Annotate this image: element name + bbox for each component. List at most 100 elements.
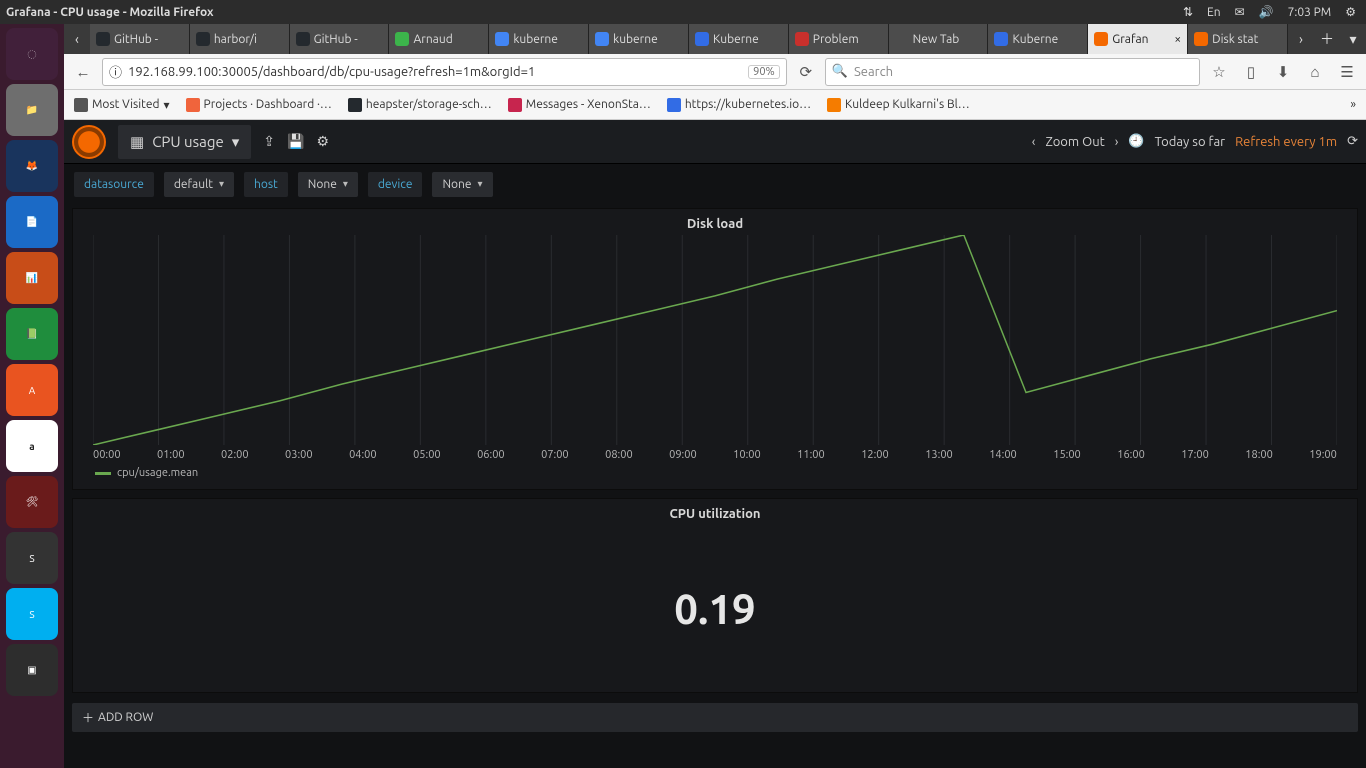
x-tick: 08:00: [605, 449, 633, 461]
system-indicators: ⇅ En ✉ 🔊 7:03 PM ⚙: [1183, 5, 1366, 19]
browser-tab[interactable]: Disk stat: [1188, 24, 1288, 54]
close-tab-icon[interactable]: ×: [1174, 33, 1181, 46]
ubuntu-launcher: ◌ 📁 🦊 📄 📊 📗 A a 🛠 S S ▣: [0, 24, 64, 768]
settings-gear-icon[interactable]: ⚙: [316, 133, 329, 150]
tab-scroll-left[interactable]: ‹: [64, 24, 90, 54]
browser-tab[interactable]: New Tab: [889, 24, 989, 54]
zoom-out-button[interactable]: Zoom Out: [1045, 135, 1104, 149]
x-tick: 00:00: [93, 449, 121, 461]
launcher-impress[interactable]: 📊: [6, 252, 58, 304]
launcher-sublime[interactable]: S: [6, 532, 58, 584]
new-tab-button[interactable]: ＋: [1314, 24, 1340, 54]
x-tick: 10:00: [733, 449, 761, 461]
chart-canvas[interactable]: [93, 235, 1337, 445]
launcher-dash[interactable]: ◌: [6, 28, 58, 80]
legend-label: cpu/usage.mean: [117, 467, 198, 479]
identity-icon[interactable]: ⓘ: [109, 62, 122, 81]
grafana-logo-icon[interactable]: [72, 125, 106, 159]
downloads-icon[interactable]: ⬇: [1270, 59, 1296, 85]
bookmark-item[interactable]: Kuldeep Kulkarni's Bl…: [827, 98, 970, 112]
dashboard-picker[interactable]: ▦ CPU usage ▾: [118, 125, 251, 159]
x-tick: 05:00: [413, 449, 441, 461]
network-icon[interactable]: ⇅: [1183, 5, 1193, 19]
launcher-firefox[interactable]: 🦊: [6, 140, 58, 192]
refresh-icon[interactable]: ⟳: [1347, 134, 1358, 149]
browser-tab[interactable]: kuberne: [589, 24, 689, 54]
refresh-interval[interactable]: Refresh every 1m: [1235, 135, 1337, 149]
zoom-badge[interactable]: 90%: [748, 65, 780, 79]
browser-tab[interactable]: Problem: [789, 24, 889, 54]
bookmark-icon: [667, 98, 681, 112]
share-icon[interactable]: ⇪: [263, 133, 275, 150]
chevron-down-icon: ▾: [232, 133, 240, 151]
bookmark-star-icon[interactable]: ☆: [1206, 59, 1232, 85]
launcher-calc[interactable]: 📗: [6, 308, 58, 360]
tabs-menu[interactable]: ▾: [1340, 24, 1366, 54]
tab-label: Problem: [813, 33, 859, 46]
panel-disk-load[interactable]: Disk load 00:0001:0002:0003:0004:0005:00…: [72, 208, 1358, 490]
lang-indicator[interactable]: En: [1207, 6, 1221, 19]
favicon: [196, 32, 210, 46]
time-next-icon[interactable]: ›: [1115, 135, 1119, 149]
launcher-writer[interactable]: 📄: [6, 196, 58, 248]
power-icon[interactable]: ⚙: [1345, 5, 1356, 19]
favicon: [595, 32, 609, 46]
bookmark-item[interactable]: Projects · Dashboard ·…: [186, 98, 332, 112]
legend-swatch: [95, 472, 111, 475]
tab-label: Arnaud: [413, 33, 452, 46]
x-tick: 01:00: [157, 449, 185, 461]
tab-label: New Tab: [913, 33, 960, 46]
panel-cpu-utilization[interactable]: CPU utilization 0.19: [72, 498, 1358, 693]
launcher-settings[interactable]: 🛠: [6, 476, 58, 528]
browser-tab[interactable]: Arnaud: [389, 24, 489, 54]
x-tick: 11:00: [797, 449, 825, 461]
bookmark-icon: [827, 98, 841, 112]
hamburger-menu-icon[interactable]: ☰: [1334, 59, 1360, 85]
launcher-amazon[interactable]: a: [6, 420, 58, 472]
bookmark-item[interactable]: Messages - XenonSta…: [508, 98, 651, 112]
panel-title: Disk load: [73, 209, 1357, 235]
search-bar[interactable]: 🔍 Search: [825, 58, 1200, 86]
plus-icon: ＋: [82, 709, 94, 726]
history-back[interactable]: ←: [70, 59, 96, 85]
save-icon[interactable]: 💾: [287, 133, 304, 150]
bookmark-item[interactable]: Most Visited ▾: [74, 98, 170, 112]
bookmarks-overflow[interactable]: »: [1350, 98, 1356, 111]
favicon: [296, 32, 310, 46]
template-var-select[interactable]: None: [298, 172, 358, 197]
launcher-files[interactable]: 📁: [6, 84, 58, 136]
browser-tab[interactable]: Kuberne: [988, 24, 1088, 54]
bookmark-item[interactable]: https://kubernetes.io…: [667, 98, 811, 112]
launcher-software[interactable]: A: [6, 364, 58, 416]
tab-label: Kuberne: [1012, 33, 1058, 46]
launcher-skype[interactable]: S: [6, 588, 58, 640]
template-var-select[interactable]: default: [164, 172, 234, 197]
template-var-select[interactable]: None: [432, 172, 492, 197]
browser-tab[interactable]: Kuberne: [689, 24, 789, 54]
volume-icon[interactable]: 🔊: [1259, 5, 1274, 19]
browser-tab[interactable]: Grafan ×: [1088, 24, 1188, 54]
tab-label: Grafan: [1112, 33, 1148, 46]
x-tick: 12:00: [861, 449, 889, 461]
favicon: [895, 32, 909, 46]
time-prev-icon[interactable]: ‹: [1032, 135, 1036, 149]
bookmark-icon: [348, 98, 362, 112]
time-range[interactable]: Today so far: [1155, 135, 1226, 149]
clock[interactable]: 7:03 PM: [1288, 6, 1332, 19]
home-icon[interactable]: ⌂: [1302, 59, 1328, 85]
favicon: [96, 32, 110, 46]
browser-tab[interactable]: harbor/i: [190, 24, 290, 54]
pocket-icon[interactable]: ▯: [1238, 59, 1264, 85]
browser-tab[interactable]: GitHub -: [290, 24, 390, 54]
browser-tab[interactable]: GitHub -: [90, 24, 190, 54]
reload-button[interactable]: ⟳: [793, 59, 819, 85]
bookmark-item[interactable]: heapster/storage-sch…: [348, 98, 492, 112]
browser-tab[interactable]: kuberne: [489, 24, 589, 54]
tab-scroll-right[interactable]: ›: [1288, 24, 1314, 54]
mail-icon[interactable]: ✉: [1235, 5, 1245, 19]
address-bar[interactable]: ⓘ 192.168.99.100:30005/dashboard/db/cpu-…: [102, 58, 787, 86]
x-tick: 17:00: [1181, 449, 1209, 461]
launcher-terminal[interactable]: ▣: [6, 644, 58, 696]
tab-label: Disk stat: [1212, 33, 1258, 46]
add-row-button[interactable]: ＋ ADD ROW: [72, 703, 1358, 732]
